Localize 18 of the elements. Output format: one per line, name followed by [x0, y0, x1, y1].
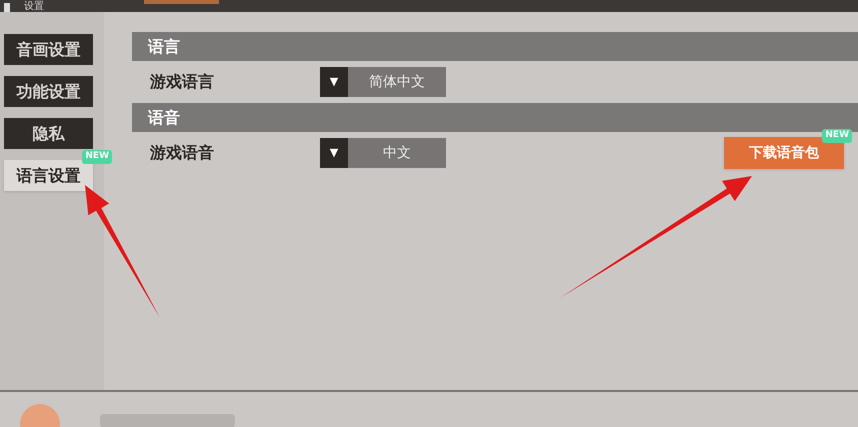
- new-badge: NEW: [82, 150, 112, 164]
- dropdown-value: 简体中文: [368, 73, 426, 92]
- document-icon: [4, 3, 10, 12]
- sidebar-tab[interactable]: 功能设置: [4, 76, 93, 107]
- setting-label: 游戏语言: [149, 71, 215, 93]
- window-title: 设置: [24, 1, 44, 12]
- sidebar-tab[interactable]: 隐私: [4, 118, 93, 149]
- section-header: 语言: [132, 32, 858, 61]
- new-badge: NEW: [822, 129, 852, 142]
- sidebar-tab[interactable]: 语言设置: [4, 160, 93, 191]
- dropdown-caret: ▼: [320, 67, 348, 97]
- dropdown[interactable]: ▼ 中文: [320, 138, 446, 168]
- setting-label: 游戏语音: [149, 142, 215, 164]
- dropdown-caret: ▼: [320, 138, 348, 168]
- sidebar-tab[interactable]: 音画设置: [4, 34, 93, 65]
- dropdown[interactable]: ▼ 简体中文: [320, 67, 446, 97]
- section-header: 语音: [132, 103, 858, 132]
- dropdown-value: 中文: [382, 144, 412, 163]
